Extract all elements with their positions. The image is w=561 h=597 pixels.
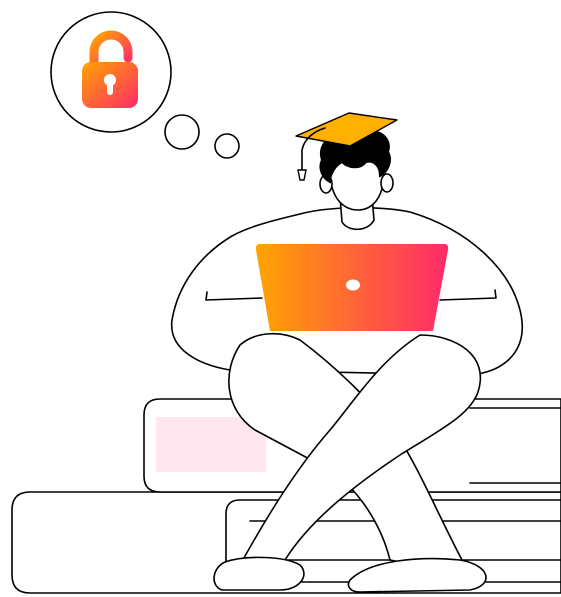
laptop-logo-icon xyxy=(346,279,360,291)
student-laptop-illustration xyxy=(11,11,561,594)
laptop xyxy=(256,244,449,331)
thought-bubble xyxy=(50,11,240,159)
